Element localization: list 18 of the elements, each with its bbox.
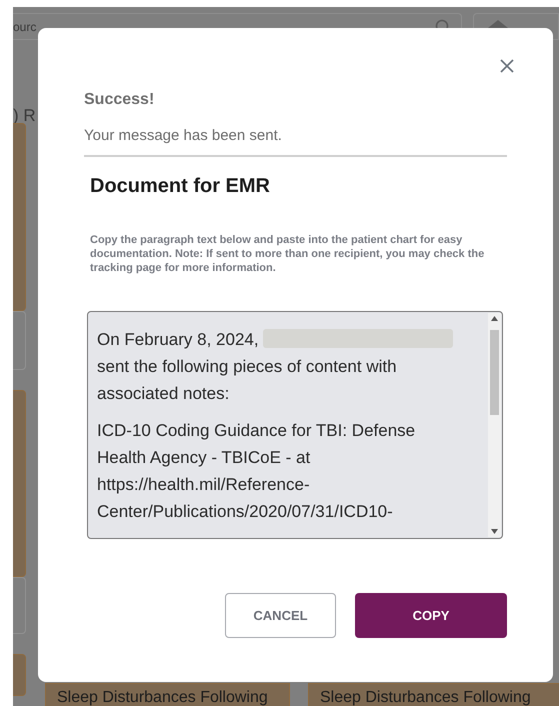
scrollbar[interactable] xyxy=(488,313,501,537)
copy-button[interactable]: COPY xyxy=(355,593,507,638)
text-area[interactable] xyxy=(87,311,503,539)
content-card[interactable]: Sleep Disturbances Following xyxy=(45,683,290,706)
content-card[interactable]: Sleep Disturbances Following xyxy=(308,683,559,706)
card-background xyxy=(13,654,26,696)
status-message: Your message has been sent. xyxy=(84,127,507,157)
text-line: ICD-10 Coding Guidance for TBI: Defense Health Agency - TBICoE - at https://health.mil/Reference-Center/Publications/2020/07/31/ICD10- xyxy=(97,421,416,521)
instructions-text: Copy the paragraph text below and paste into the patient chart for easy documentation. Note: If sent to more than one recipient, you may check the tracking page for more information. xyxy=(90,233,486,275)
status-title: Success! xyxy=(84,91,156,109)
dialog-title: Document for EMR xyxy=(90,175,271,198)
text-line: On February 8, 2024, xyxy=(97,330,259,349)
scroll-up-icon[interactable] xyxy=(491,316,498,321)
cancel-button[interactable]: CANCEL xyxy=(225,593,336,638)
text-line: sent the following pieces of content with associated notes: xyxy=(97,357,397,403)
search-text: ourc xyxy=(13,20,36,34)
scroll-down-icon[interactable] xyxy=(491,529,498,534)
close-icon[interactable] xyxy=(499,58,515,74)
